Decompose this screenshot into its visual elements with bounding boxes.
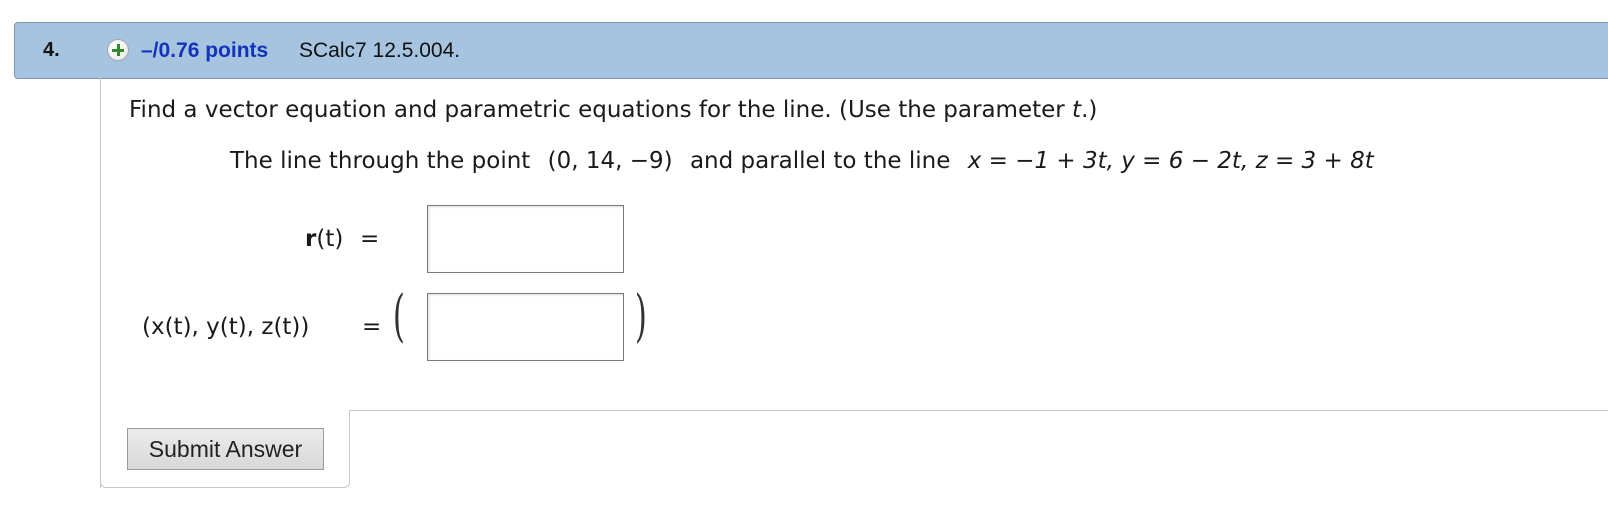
- question-source: SCalc7 12.5.004.: [299, 39, 461, 62]
- points-label: –/0.76 points: [141, 39, 269, 62]
- instruction-text: Find a vector equation and parametric eq…: [129, 97, 1073, 123]
- vector-label-t: (t): [316, 226, 344, 252]
- parametric-equations-label: (x(t), y(t), z(t)): [142, 314, 310, 340]
- instruction-suffix: .): [1081, 97, 1098, 123]
- given-point: (0, 14, −9): [547, 148, 673, 174]
- line-equation: x = −1 + 3t, y = 6 − 2t, z = 3 + 8t: [967, 148, 1374, 174]
- problem-statement: The line through the point (0, 14, −9) a…: [230, 148, 1374, 174]
- right-parenthesis: ): [634, 284, 647, 349]
- equals-sign: =: [360, 226, 380, 252]
- problem-middle: and parallel to the line: [689, 148, 951, 174]
- vector-equation-input[interactable]: [427, 205, 624, 273]
- parameter-variable: t: [1072, 97, 1082, 123]
- problem-prefix: The line through the point: [230, 148, 531, 174]
- vector-label-r: r: [305, 226, 317, 252]
- divider: [350, 410, 1608, 411]
- equals-sign: =: [362, 314, 382, 340]
- question-instruction: Find a vector equation and parametric eq…: [129, 97, 1097, 123]
- question-header: 4. –/0.76 points SCalc7 12.5.004.: [14, 22, 1608, 79]
- left-parenthesis: (: [392, 284, 405, 349]
- vector-equation-label: r(t): [305, 226, 343, 252]
- question-number: 4.: [43, 39, 60, 61]
- parametric-equations-input[interactable]: [427, 293, 624, 361]
- plus-circle-icon[interactable]: [107, 39, 129, 61]
- submit-answer-button[interactable]: Submit Answer: [127, 428, 324, 470]
